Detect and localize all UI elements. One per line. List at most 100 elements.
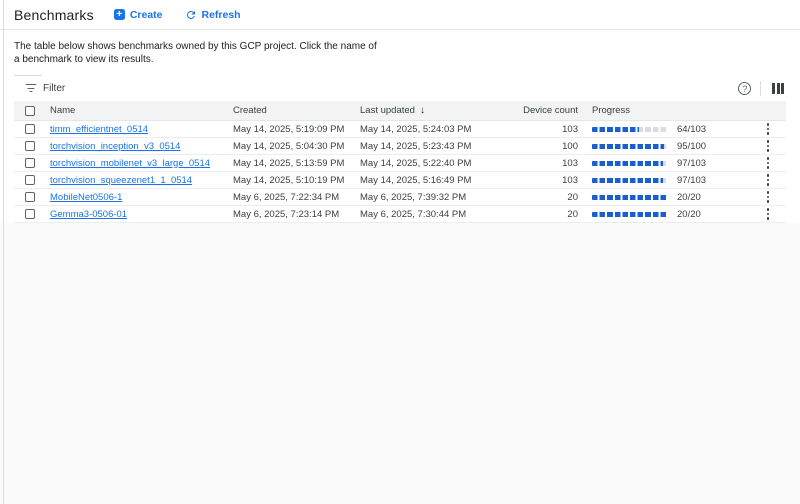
- page-description: The table below shows benchmarks owned b…: [0, 30, 800, 66]
- columns-icon: [772, 83, 775, 94]
- select-all-cell: [14, 106, 50, 116]
- row-menu-cell: [750, 189, 786, 204]
- progress-bar: [592, 178, 668, 183]
- last-updated-cell: May 14, 2025, 5:16:49 PM: [360, 175, 510, 186]
- page-title: Benchmarks: [14, 7, 94, 23]
- row-checkbox[interactable]: [25, 141, 35, 151]
- progress-cell: 20/20: [578, 209, 750, 220]
- column-picker-button[interactable]: [770, 81, 786, 96]
- created-cell: May 14, 2025, 5:10:19 PM: [233, 175, 360, 186]
- row-checkbox-cell: [14, 175, 50, 185]
- row-menu-button[interactable]: [763, 189, 774, 204]
- progress-fraction: 97/103: [677, 158, 706, 169]
- help-icon: ?: [742, 84, 747, 94]
- benchmark-name-cell: torchvision_inception_v3_0514: [50, 141, 233, 152]
- benchmark-link[interactable]: torchvision_inception_v3_0514: [50, 141, 180, 152]
- benchmark-name-cell: Gemma3-0506-01: [50, 209, 233, 220]
- progress-fraction: 64/103: [677, 124, 706, 135]
- last-updated-cell: May 14, 2025, 5:22:40 PM: [360, 158, 510, 169]
- column-header-name[interactable]: Name: [50, 105, 233, 116]
- help-button[interactable]: ?: [738, 82, 751, 95]
- description-line-2: a benchmark to view its results.: [14, 53, 786, 66]
- progress-fraction: 20/20: [677, 192, 701, 203]
- benchmark-name-cell: timm_efficientnet_0514: [50, 124, 233, 135]
- panel-left-divider: [3, 0, 4, 504]
- row-menu-cell: [750, 172, 786, 187]
- row-menu-button[interactable]: [763, 206, 774, 221]
- column-header-created[interactable]: Created: [233, 105, 360, 116]
- column-header-progress[interactable]: Progress: [578, 105, 750, 116]
- row-menu-cell: [750, 206, 786, 221]
- table-body: timm_efficientnet_0514 May 14, 2025, 5:1…: [14, 121, 786, 223]
- progress-bar-fill: [592, 212, 668, 217]
- toolbar-divider: [760, 81, 761, 96]
- row-checkbox[interactable]: [25, 209, 35, 219]
- refresh-button[interactable]: Refresh: [179, 5, 247, 25]
- row-menu-button[interactable]: [763, 155, 774, 170]
- progress-cell: 97/103: [578, 175, 750, 186]
- table-row: torchvision_inception_v3_0514 May 14, 20…: [14, 138, 786, 155]
- benchmark-link[interactable]: torchvision_squeezenet1_1_0514: [50, 175, 192, 186]
- benchmark-name-cell: torchvision_mobilenet_v3_large_0514: [50, 158, 233, 169]
- row-checkbox-cell: [14, 158, 50, 168]
- progress-bar-fill: [592, 161, 663, 166]
- benchmark-link[interactable]: timm_efficientnet_0514: [50, 124, 148, 135]
- benchmarks-panel: Benchmarks + Create Refresh The table be…: [0, 0, 800, 223]
- progress-cell: 97/103: [578, 158, 750, 169]
- create-button[interactable]: + Create: [108, 5, 169, 25]
- create-button-label: Create: [130, 9, 163, 21]
- filter-label: Filter: [43, 83, 65, 94]
- row-checkbox[interactable]: [25, 158, 35, 168]
- progress-bar-fill: [592, 144, 664, 149]
- filter-button[interactable]: Filter: [25, 83, 65, 94]
- progress-bar: [592, 127, 668, 132]
- column-header-last-updated-label: Last updated: [360, 105, 415, 116]
- benchmark-link[interactable]: Gemma3-0506-01: [50, 209, 127, 220]
- column-header-last-updated[interactable]: Last updated ↓: [360, 105, 510, 116]
- progress-fraction: 20/20: [677, 209, 701, 220]
- benchmark-link[interactable]: torchvision_mobilenet_v3_large_0514: [50, 158, 210, 169]
- refresh-icon: [185, 9, 197, 21]
- benchmark-name-cell: torchvision_squeezenet1_1_0514: [50, 175, 233, 186]
- column-header-device-count[interactable]: Device count: [510, 105, 578, 116]
- table-row: Gemma3-0506-01 May 6, 2025, 7:23:14 PM M…: [14, 206, 786, 223]
- table-row: timm_efficientnet_0514 May 14, 2025, 5:1…: [14, 121, 786, 138]
- progress-bar: [592, 144, 668, 149]
- progress-fraction: 97/103: [677, 175, 706, 186]
- plus-icon: +: [114, 9, 125, 20]
- progress-bar: [592, 212, 668, 217]
- kebab-icon: [767, 157, 770, 160]
- row-menu-button[interactable]: [763, 138, 774, 153]
- progress-bar-fill: [592, 195, 668, 200]
- row-menu-cell: [750, 121, 786, 136]
- device-count-cell: 103: [510, 175, 578, 186]
- select-all-checkbox[interactable]: [25, 106, 35, 116]
- description-line-1: The table below shows benchmarks owned b…: [14, 40, 786, 53]
- table-toolbar: Filter ?: [0, 76, 800, 101]
- kebab-icon: [767, 174, 770, 177]
- row-checkbox[interactable]: [25, 124, 35, 134]
- row-checkbox-cell: [14, 141, 50, 151]
- filter-icon: [25, 84, 36, 93]
- row-menu-button[interactable]: [763, 121, 774, 136]
- kebab-icon: [767, 140, 770, 143]
- progress-cell: 20/20: [578, 192, 750, 203]
- toolbar-right: ?: [738, 81, 786, 96]
- kebab-icon: [767, 208, 770, 211]
- refresh-button-label: Refresh: [202, 9, 241, 21]
- row-checkbox[interactable]: [25, 175, 35, 185]
- table-header-row: Name Created Last updated ↓ Device count…: [14, 101, 786, 121]
- row-menu-button[interactable]: [763, 172, 774, 187]
- progress-fraction: 95/100: [677, 141, 706, 152]
- row-checkbox-cell: [14, 124, 50, 134]
- progress-bar: [592, 195, 668, 200]
- benchmark-link[interactable]: MobileNet0506-1: [50, 192, 122, 203]
- row-menu-cell: [750, 155, 786, 170]
- row-checkbox-cell: [14, 192, 50, 202]
- row-checkbox[interactable]: [25, 192, 35, 202]
- benchmark-name-cell: MobileNet0506-1: [50, 192, 233, 203]
- last-updated-cell: May 6, 2025, 7:39:32 PM: [360, 192, 510, 203]
- progress-cell: 64/103: [578, 124, 750, 135]
- created-cell: May 6, 2025, 7:22:34 PM: [233, 192, 360, 203]
- last-updated-cell: May 14, 2025, 5:24:03 PM: [360, 124, 510, 135]
